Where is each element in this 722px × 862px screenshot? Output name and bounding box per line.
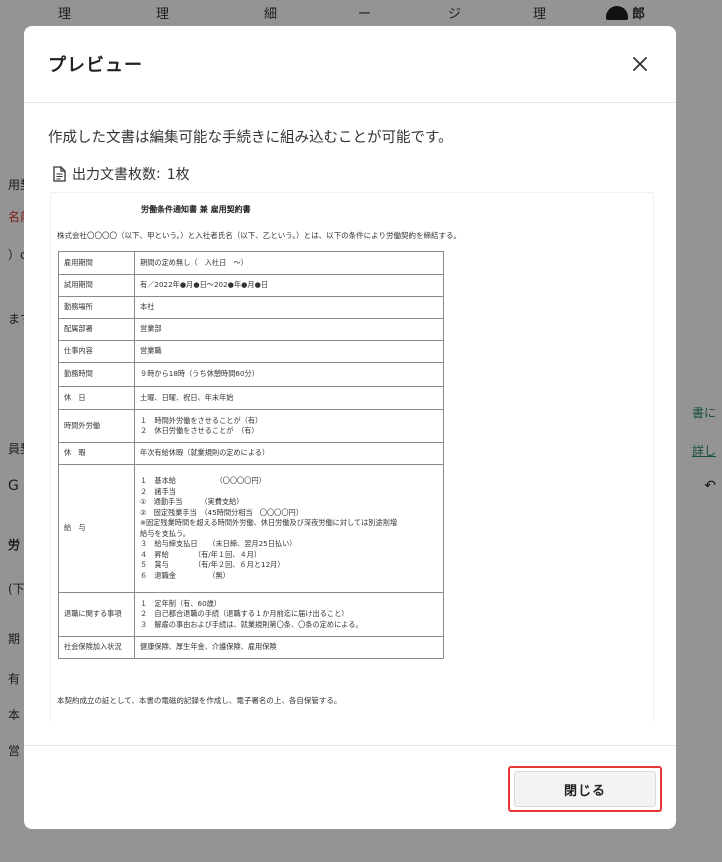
table-row-value: 本社 xyxy=(134,296,444,319)
table-row-line: 本社 xyxy=(140,302,155,312)
table-row: 時間外労働 １ 時間外労働をさせることが（有） ２ 休日労働をさせることが （有） xyxy=(58,409,444,443)
table-row-line: 給与を支払う。 xyxy=(140,528,190,538)
document-footer: 本契約成立の証として、本書の電磁的記録を作成し、電子署名の上、各自保管する。 xyxy=(57,696,342,705)
doc-count-separator: : xyxy=(156,166,161,182)
table-row-value: 土曜、日曜、祝日、年末年始 xyxy=(134,386,444,410)
table-row-value: 年次有給休暇（就業規則の定めによる） xyxy=(134,442,444,465)
table-row: 仕事内容 営業職 xyxy=(58,340,444,363)
table-row: 休 暇年次有給休暇（就業規則の定めによる） xyxy=(58,442,444,465)
table-row-label: 勤務場所 xyxy=(58,296,135,319)
table-row-label: 仕事内容 xyxy=(58,340,135,363)
table-row-line: ２ 自己都合退職の手続（退職する１か月前迄に届け出ること） xyxy=(140,609,349,619)
modal-description: 作成した文書は編集可能な手続きに組み込むことが可能です。 xyxy=(48,130,453,146)
table-row-line: １ 基本給 （〇〇〇〇円） xyxy=(140,476,266,485)
table-row: 雇用期間 期間の定め無し（ 入社日 ～） xyxy=(58,251,444,275)
table-row: 休 日土曜、日曜、祝日、年末年始 xyxy=(58,386,444,410)
table-row-value: １ 時間外労働をさせることが（有） ２ 休日労働をさせることが （有） xyxy=(134,409,444,443)
table-row-line: １ 定年制（有、60歳） xyxy=(140,598,222,608)
table-row-line: 健康保険、厚生年金、介護保険、雇用保険 xyxy=(140,642,277,652)
preview-modal: プレビュー 作成した文書は編集可能な手続きに組み込むことが可能です。 出力文書枚… xyxy=(24,26,676,829)
doc-count-value: 1枚 xyxy=(166,167,190,183)
table-row-line: ２ 諸手当 xyxy=(140,486,176,496)
table-row: 勤務場所 本社 xyxy=(58,296,444,319)
table-row-value: 有／2022年●月●日～202●年●月●日 xyxy=(134,274,444,297)
table-row-label: 試用期間 xyxy=(58,274,135,297)
table-row-line: ① 通勤手当 （実費支給） xyxy=(140,497,244,506)
table-row-line: ２ 休日労働をさせることが （有） xyxy=(140,426,259,435)
table-row-line: ３ 給与締支払日 （末日締、翌月25日払い） xyxy=(140,539,297,548)
table-row-value: 健康保険、厚生年金、介護保険、雇用保険 xyxy=(134,636,444,659)
table-row-line: ３ 解雇の事由および手続は、就業規則第〇条、〇条の定めによる。 xyxy=(140,619,363,629)
table-row-label: 社会保険加入状況 xyxy=(58,636,135,659)
table-row-value: 期間の定め無し（ 入社日 ～） xyxy=(134,251,444,275)
table-row-line: 期間の定め無し（ 入社日 ～） xyxy=(140,257,248,267)
modal-title: プレビュー xyxy=(48,55,143,76)
table-row-line: ② 固定残業手当 （45時間分相当 〇〇〇〇円） xyxy=(140,507,303,517)
modal-header: プレビュー xyxy=(24,26,676,103)
table-row-label: 雇用期間 xyxy=(58,251,135,275)
table-row-line: 土曜、日曜、祝日、年末年始 xyxy=(140,392,234,402)
table-row-label: 退職に関する事項 xyxy=(58,592,135,637)
table-row-value: 営業職 xyxy=(134,340,444,363)
close-button-label[interactable]: 閉じる xyxy=(514,771,656,807)
table-row: 退職に関する事項 １ 定年制（有、60歳） ２ 自己都合退職の手続（退職する１か月前… xyxy=(58,592,444,637)
table-row-label: 時間外労働 xyxy=(58,409,135,443)
document-title: 労働条件通知書 兼 雇用契約書 xyxy=(141,205,251,214)
table-row-line: １ 時間外労働をさせることが（有） xyxy=(140,415,263,425)
table-row-line: ６ 退職金 （無） xyxy=(140,570,230,580)
close-button[interactable]: 閉じる xyxy=(508,766,662,812)
table-row-value: １ 基本給 （〇〇〇〇円） ２ 諸手当 ① 通勤手当 （実費支給） ② 固定残業手当 … xyxy=(134,464,444,593)
document-preview: 労働条件通知書 兼 雇用契約書 株式会社〇〇〇〇（以下、甲という。）と入社者氏名… xyxy=(50,192,654,722)
table-row-line: ※固定残業時間を超える時間外労働、休日労働及び深夜労働に対しては別途割増 xyxy=(140,518,398,527)
table-row-label: 配属部署 xyxy=(58,318,135,341)
doc-count-label: 出力文書枚数 xyxy=(72,167,156,183)
table-row-label: 休 日 xyxy=(58,386,135,410)
table-row-line: 営業職 xyxy=(140,346,162,356)
modal-footer: 閉じる xyxy=(24,745,676,829)
close-icon[interactable] xyxy=(628,52,652,76)
table-row-line: 営業部 xyxy=(140,324,162,334)
document-icon xyxy=(50,165,68,183)
table-row-line: ５ 賞与 （有/年２回、６月と12月） xyxy=(140,560,285,569)
table-row-value: 営業部 xyxy=(134,318,444,341)
table-row: 試用期間 有／2022年●月●日～202●年●月●日 xyxy=(58,274,444,297)
document-intro: 株式会社〇〇〇〇（以下、甲という。）と入社者氏名（以下、乙という。）とは、以下の… xyxy=(57,231,461,240)
table-row-line: ４ 昇給 （有/年１回、４月） xyxy=(140,549,262,559)
contract-table: 雇用期間 期間の定め無し（ 入社日 ～） 試用期間 有／2022年●月●日～202●年… xyxy=(58,251,444,659)
table-row: 給 与１ 基本給 （〇〇〇〇円） ２ 諸手当 ① 通勤手当 （実費支給） ② 固定残業… xyxy=(58,464,444,593)
table-row-line: 年次有給休暇（就業規則の定めによる） xyxy=(140,448,270,458)
table-row-value: ９時から18時（うち休憩時間60分） xyxy=(134,362,444,387)
table-row-label: 休 暇 xyxy=(58,442,135,465)
table-row-label: 勤務時間 xyxy=(58,362,135,387)
table-row-label: 給 与 xyxy=(58,464,135,593)
table-row: 社会保険加入状況 健康保険、厚生年金、介護保険、雇用保険 xyxy=(58,636,444,659)
table-row-line: ９時から18時（うち休憩時間60分） xyxy=(140,369,259,379)
table-row-line: 有／2022年●月●日～202●年●月●日 xyxy=(140,280,269,290)
table-row: 配属部署 営業部 xyxy=(58,318,444,341)
table-row: 勤務時間 ９時から18時（うち休憩時間60分） xyxy=(58,362,444,387)
doc-count: 出力文書枚数 : 1枚 xyxy=(50,164,190,184)
table-row-value: １ 定年制（有、60歳） ２ 自己都合退職の手続（退職する１か月前迄に届け出ること… xyxy=(134,592,444,637)
